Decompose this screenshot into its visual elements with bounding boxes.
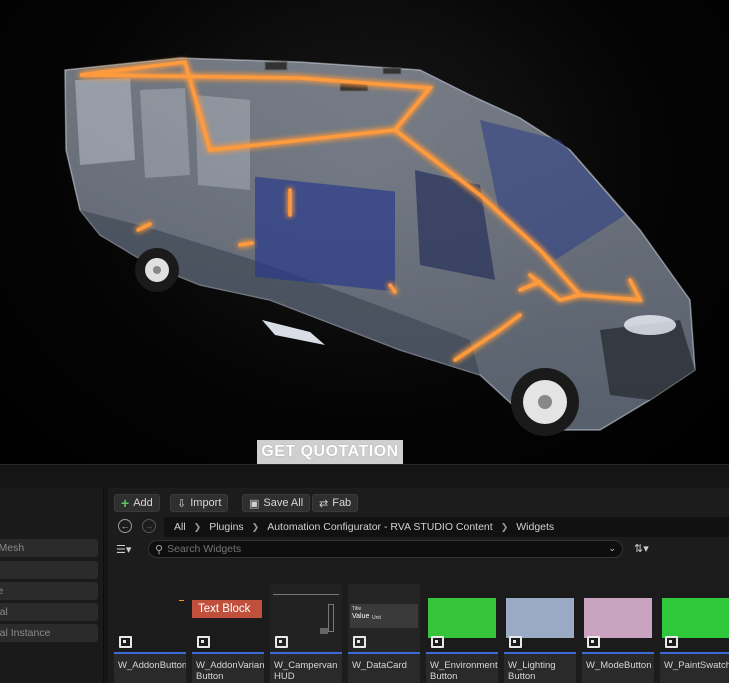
preview-title: Title <box>352 606 362 612</box>
fab-label: Fab <box>332 497 352 509</box>
chevron-down-icon[interactable]: ⌄ <box>608 543 616 554</box>
widget-blueprint-icon <box>431 636 444 648</box>
swatch-preview <box>662 598 729 638</box>
asset-name: W_PaintSwatch <box>664 660 729 671</box>
plus-icon: + <box>121 495 130 511</box>
save-all-button[interactable]: ▣ Save All <box>242 494 311 512</box>
breadcrumb-item-all[interactable]: All <box>174 521 186 533</box>
import-label: Import <box>190 497 222 509</box>
widget-blueprint-icon <box>587 636 600 648</box>
content-browser-panel: s ic Mesh el ure erial erial Instance + … <box>0 464 729 683</box>
breadcrumb: All ❯ Plugins ❯ Automation Configurator … <box>164 517 729 537</box>
category-item-texture[interactable]: ure <box>0 582 98 600</box>
swatch-preview <box>428 598 496 638</box>
get-quotation-button[interactable]: GET QUOTATION <box>257 440 403 464</box>
swatch-preview <box>506 598 574 638</box>
search-input[interactable] <box>167 543 598 555</box>
import-button[interactable]: ⇩ Import <box>170 494 229 512</box>
category-item-static-mesh[interactable]: ic Mesh <box>0 539 98 557</box>
asset-tile-addon-button[interactable]: W_AddonButton Widget Blueprint <box>114 584 186 683</box>
asset-name: W_AddonVariant Button <box>196 660 264 682</box>
fab-icon: ⇄ <box>319 497 329 510</box>
search-row: ☰▾ ⚲ ⌄ ⇅▾ <box>108 540 729 560</box>
back-icon[interactable]: ← <box>118 519 132 533</box>
viewport[interactable]: GET QUOTATION <box>0 0 729 464</box>
category-item-material-instance[interactable]: erial Instance <box>0 624 98 642</box>
asset-name: W_Lighting Button <box>508 660 556 682</box>
asset-tile-campervan-hud[interactable]: W_Campervan HUD Widget Blueprint <box>270 584 342 683</box>
asset-name: W_Environment Button <box>430 660 498 682</box>
asset-tile-paint-swatch[interactable]: W_PaintSwatch Widget Blueprint <box>660 584 729 683</box>
asset-tile-addon-variant-button[interactable]: Text Block W_AddonVariant Button Widget … <box>192 584 264 683</box>
campervan-render <box>64 57 696 436</box>
save-all-label: Save All <box>263 497 304 509</box>
add-button[interactable]: + Add <box>114 494 160 512</box>
preview-unit: Unit <box>372 615 381 621</box>
widget-blueprint-icon <box>353 636 366 648</box>
widget-blueprint-icon <box>197 636 210 648</box>
chevron-right-icon: ❯ <box>500 521 509 532</box>
sort-icon[interactable]: ⇅▾ <box>634 542 649 555</box>
asset-tile-mode-button[interactable]: W_ModeButton Widget Blueprint <box>582 584 654 683</box>
category-item-material[interactable]: erial <box>0 603 98 621</box>
chevron-right-icon: ❯ <box>251 521 260 532</box>
forward-icon[interactable]: → <box>142 519 156 533</box>
asset-tile-environment-button[interactable]: W_Environment Button Widget Blueprint <box>426 584 498 683</box>
search-icon: ⚲ <box>155 543 164 556</box>
widget-blueprint-icon <box>509 636 522 648</box>
breadcrumb-item-plugins[interactable]: Plugins <box>209 521 243 533</box>
preview-value: Value <box>352 613 370 620</box>
swatch-preview <box>584 598 652 638</box>
chevron-right-icon: ❯ <box>193 521 202 532</box>
asset-category-panel: s ic Mesh el ure erial erial Instance <box>0 488 104 683</box>
text-block-preview: Text Block <box>192 600 262 618</box>
asset-tile-lighting-button[interactable]: W_Lighting Button Widget Blueprint <box>504 584 576 683</box>
asset-tile-data-card[interactable]: Title Value Unit W_DataCard Widget Bluep… <box>348 584 420 683</box>
search-box[interactable]: ⚲ ⌄ <box>148 540 623 558</box>
asset-name: W_Campervan HUD <box>274 660 338 682</box>
widget-blueprint-icon <box>665 636 678 648</box>
breadcrumb-item-widgets[interactable]: Widgets <box>516 521 554 533</box>
asset-name: W_AddonButton <box>118 660 186 671</box>
add-label: Add <box>133 497 153 509</box>
save-icon: ▣ <box>249 497 260 510</box>
widget-blueprint-icon <box>275 636 288 648</box>
navigation-row: ← → All ❯ Plugins ❯ Automation Configura… <box>108 517 729 537</box>
import-icon: ⇩ <box>177 497 187 510</box>
asset-browser: + Add ⇩ Import ▣ Save All ⇄ Fab ← → All … <box>108 488 729 683</box>
asset-name: W_DataCard <box>352 660 407 671</box>
fab-button[interactable]: ⇄ Fab <box>312 494 359 512</box>
asset-name: W_ModeButton <box>586 660 652 671</box>
filter-icon[interactable]: ☰▾ <box>116 543 131 556</box>
category-item-level[interactable]: el <box>0 561 98 579</box>
breadcrumb-item-content[interactable]: Automation Configurator - RVA STUDIO Con… <box>267 521 492 533</box>
widget-blueprint-icon <box>119 636 132 648</box>
